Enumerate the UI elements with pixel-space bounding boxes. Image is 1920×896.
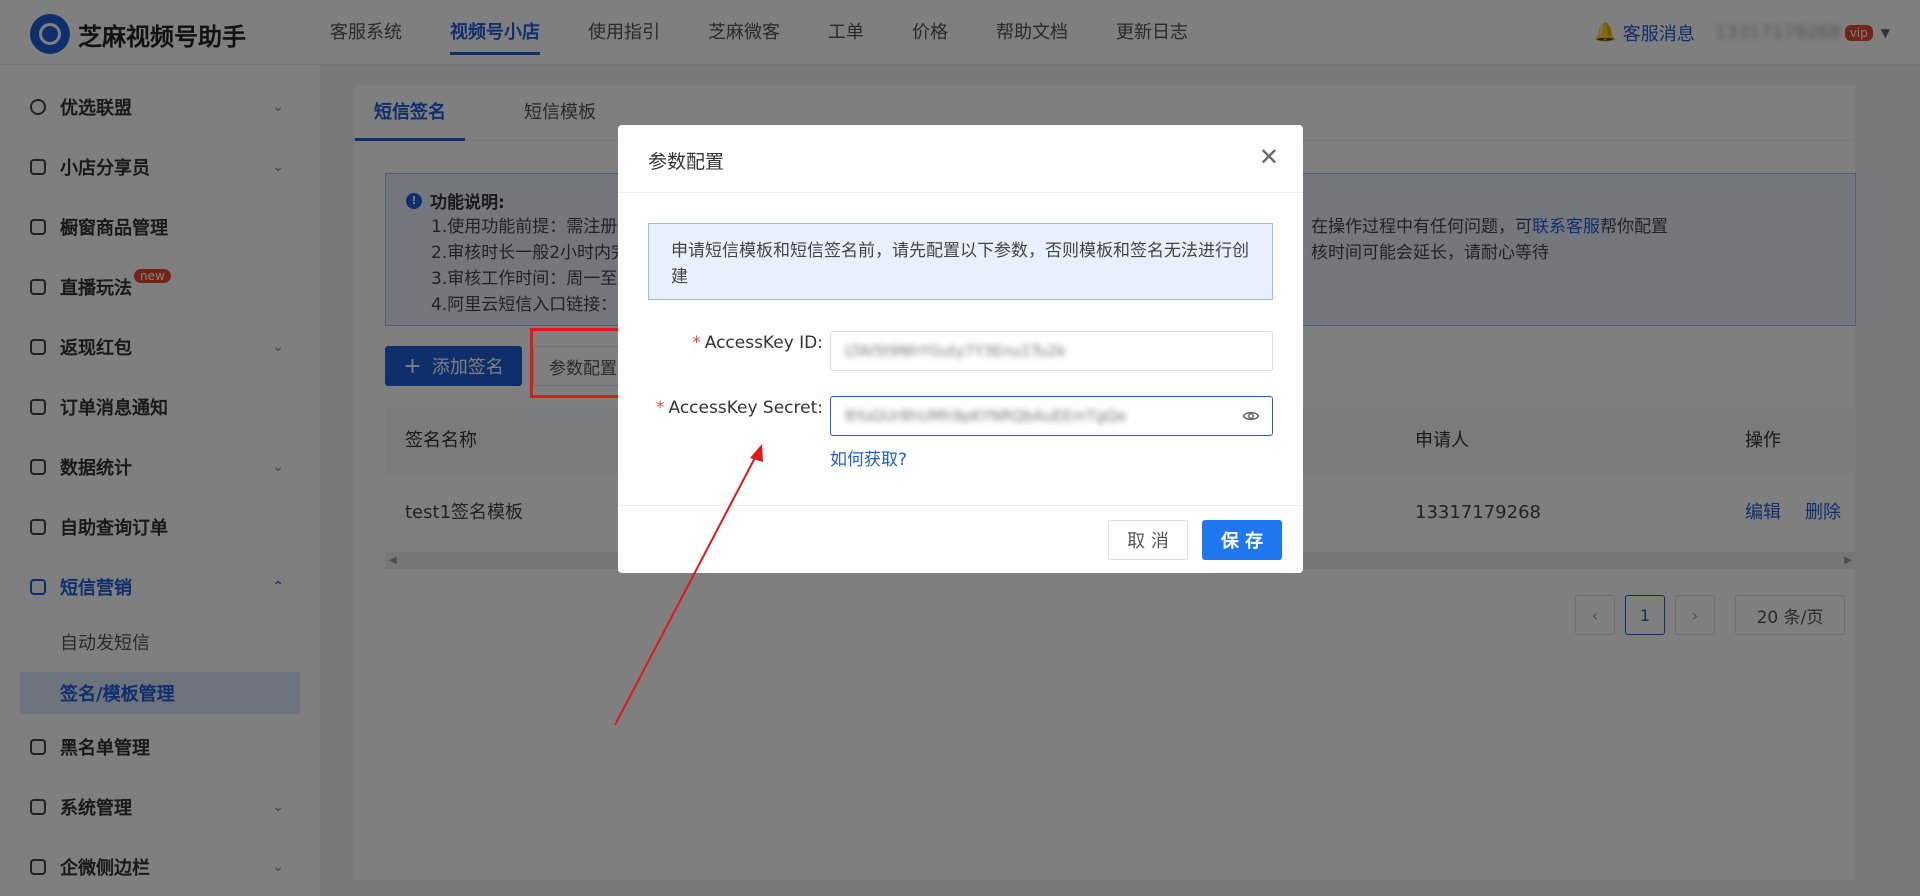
dialog-header: 参数配置 ✕: [618, 125, 1303, 193]
dialog-title: 参数配置: [648, 151, 725, 173]
required-mark: *: [656, 398, 665, 418]
accesskey-secret-label: * AccessKey Secret:: [656, 398, 823, 418]
accesskey-secret-value: 8YuGUr8hUMh9pKYNRQbAuEEmTgQe: [845, 407, 1127, 425]
param-config-dialog: 参数配置 ✕ 申请短信模板和短信签名前，请先配置以下参数，否则模板和签名无法进行…: [618, 125, 1303, 573]
cancel-button[interactable]: 取 消: [1108, 520, 1188, 560]
dialog-footer: [618, 505, 1303, 573]
required-mark: *: [692, 333, 701, 353]
accesskey-secret-input[interactable]: 8YuGUr8hUMh9pKYNRQbAuEEmTgQe: [830, 396, 1273, 436]
accesskey-id-label: * AccessKey ID:: [692, 333, 823, 353]
how-to-get-link[interactable]: 如何获取?: [830, 445, 907, 470]
close-icon[interactable]: ✕: [1259, 143, 1279, 171]
dialog-info: 申请短信模板和短信签名前，请先配置以下参数，否则模板和签名无法进行创建: [648, 223, 1273, 300]
highlight-box-top: [530, 328, 628, 398]
accesskey-secret-label-text: AccessKey Secret: [668, 398, 818, 418]
accesskey-id-value: LTAI5t9NhYGuty7Y3Enu1Tu2k: [845, 342, 1066, 360]
eye-icon[interactable]: [1242, 407, 1260, 425]
accesskey-id-label-text: AccessKey ID: [704, 333, 818, 353]
accesskey-id-input[interactable]: LTAI5t9NhYGuty7Y3Enu1Tu2k: [830, 331, 1273, 371]
save-button[interactable]: 保 存: [1202, 520, 1282, 560]
